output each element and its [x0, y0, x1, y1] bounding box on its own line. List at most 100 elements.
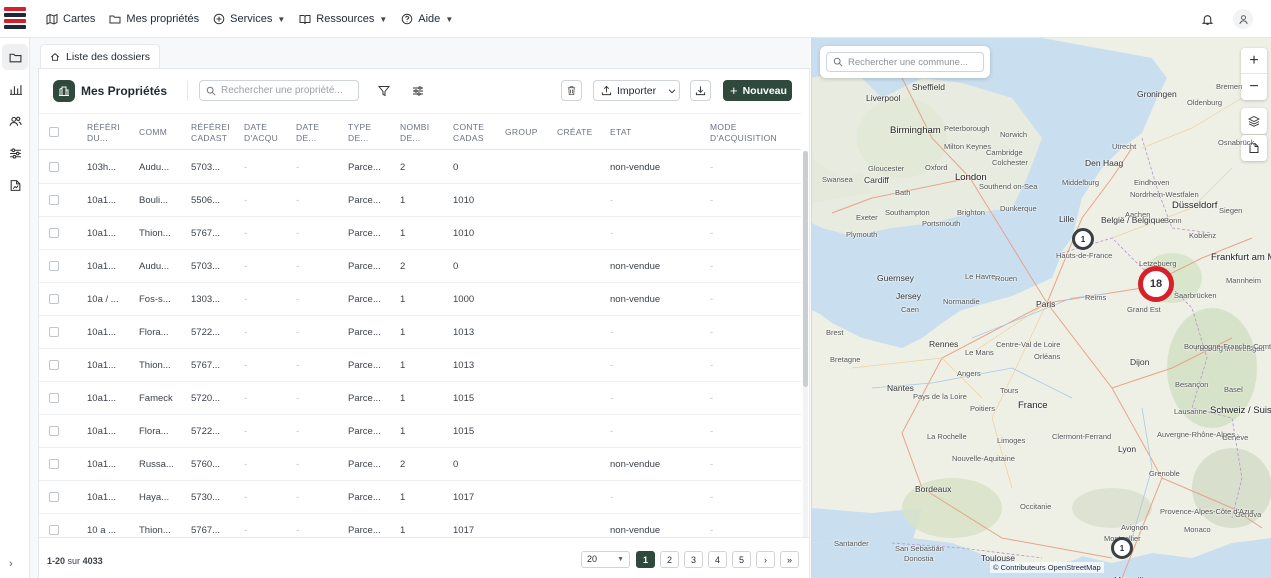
map-place-label: Angers — [957, 369, 981, 378]
table-row[interactable]: 10a1... Haya... 5730... - - Parce... 1 1017 - - — [39, 481, 801, 514]
column-header[interactable]: ETAT — [610, 127, 632, 138]
table-row[interactable]: 10a1... Flora... 5722... - - Parce... 1 1013 - - — [39, 316, 801, 349]
map-attribution[interactable]: © Contributeurs OpenStreetMap — [990, 562, 1104, 573]
filter-button[interactable] — [374, 81, 394, 101]
row-range: 1-20 — [47, 556, 66, 566]
app-logo[interactable] — [4, 7, 26, 31]
column-header[interactable]: TYPE DE... — [348, 122, 371, 144]
row-checkbox[interactable] — [49, 162, 59, 172]
map-place-label: Milton Keynes — [944, 142, 992, 151]
tab-liste-des-dossiers[interactable]: Liste des dossiers — [40, 44, 161, 68]
zoom-in-button[interactable]: + — [1241, 48, 1267, 74]
rows-per-page-select[interactable]: 20 ▼ — [581, 551, 630, 568]
property-search-input[interactable] — [221, 85, 351, 96]
table-cell: - — [296, 195, 300, 206]
table-cell: 1000 — [453, 294, 475, 305]
new-property-button[interactable]: + Nouveau — [723, 80, 792, 101]
row-checkbox[interactable] — [49, 360, 59, 370]
column-header[interactable]: GROUP — [505, 127, 538, 138]
map-view[interactable]: + − Liverpool Sheffield BirminghamPeterbor… — [811, 38, 1271, 578]
expand-rail-icon[interactable]: › — [9, 558, 13, 570]
rail-documents-button[interactable] — [2, 172, 28, 198]
download-button[interactable] — [690, 80, 711, 101]
commune-search-input[interactable] — [848, 56, 978, 68]
notifications-button[interactable] — [1197, 9, 1217, 29]
table-row[interactable]: 10a1... Russa... 5760... - - Parce... 2 0 non-ve… — [39, 448, 801, 481]
table-row[interactable]: 10a1... Fameck 5720... - - Parce... 1 1015 - - — [39, 382, 801, 415]
bell-icon — [1201, 14, 1213, 25]
map-place-label: Southampton — [885, 208, 930, 217]
layers-button[interactable] — [1241, 108, 1267, 134]
column-header[interactable]: NOMBI DE... — [400, 122, 429, 144]
select-all-checkbox[interactable] — [49, 127, 59, 137]
page-button-4[interactable]: 4 — [708, 551, 727, 568]
commune-search-field[interactable] — [826, 52, 984, 72]
table-row[interactable]: 10a1... Thion... 5767... - - Parce... 1 1010 - - — [39, 217, 801, 250]
table-row[interactable]: 103h... Audu... 5703... - - Parce... 2 0 non-ven… — [39, 151, 801, 184]
delete-button[interactable] — [561, 80, 582, 101]
table-cell: 5760... — [191, 459, 221, 470]
map-cluster-marker[interactable]: 18 — [1138, 266, 1174, 302]
table-cell: 10a1... — [87, 195, 117, 206]
zoom-out-button[interactable]: − — [1241, 74, 1267, 100]
table-cell: - — [244, 525, 248, 536]
row-checkbox[interactable] — [49, 492, 59, 502]
row-checkbox[interactable] — [49, 459, 59, 469]
column-header[interactable]: MODE D'ACQUISITION — [710, 122, 777, 144]
next-page-button[interactable]: › — [756, 551, 775, 568]
nav-ressources[interactable]: Ressources ▼ — [299, 13, 387, 25]
scrollbar-thumb[interactable] — [803, 151, 808, 387]
row-checkbox[interactable] — [49, 294, 59, 304]
column-header[interactable]: CONTE CADAS — [453, 122, 484, 144]
table-row[interactable]: 10a1... Flora... 5722... - - Parce... 1 1015 - - — [39, 415, 801, 448]
map-place-label: Birmingham — [890, 125, 941, 136]
row-checkbox[interactable] — [49, 327, 59, 337]
table-row[interactable]: 10a / ... Fos-s... 1303... - - Parce... 1 1000 n… — [39, 283, 801, 316]
column-header[interactable]: RÉFÉREI CADAST — [191, 122, 230, 144]
table-cell: - — [296, 162, 300, 173]
nav-services[interactable]: Services ▼ — [213, 13, 285, 25]
page-button-1[interactable]: 1 — [636, 551, 655, 568]
column-header[interactable]: RÉFÉRI DU... — [87, 122, 120, 144]
row-checkbox[interactable] — [49, 228, 59, 238]
table-scrollbar[interactable] — [803, 151, 808, 537]
import-button[interactable]: Importer — [593, 80, 680, 101]
table-row[interactable]: 10a1... Audu... 5703... - - Parce... 2 0 non-ven… — [39, 250, 801, 283]
last-page-button[interactable]: » — [780, 551, 799, 568]
row-checkbox[interactable] — [49, 525, 59, 535]
page-button-5[interactable]: 5 — [732, 551, 751, 568]
column-header[interactable]: DATE D'ACQU — [244, 122, 278, 144]
nav-aide[interactable]: Aide ▼ — [401, 13, 453, 25]
page-button-3[interactable]: 3 — [684, 551, 703, 568]
map-place-label: Avignon — [1121, 523, 1148, 532]
map-cluster-marker[interactable]: 1 — [1111, 537, 1133, 559]
map-place-label: Auvergne-Rhône-Alpes — [1157, 430, 1235, 439]
column-header[interactable]: CRÉATE — [557, 127, 593, 138]
user-avatar-button[interactable] — [1233, 9, 1253, 29]
page-button-2[interactable]: 2 — [660, 551, 679, 568]
properties-panel: Mes Propriétés Importer — [38, 68, 810, 578]
map-cluster-marker[interactable]: 1 — [1072, 228, 1094, 250]
row-checkbox[interactable] — [49, 195, 59, 205]
nav-mes-proprietes[interactable]: Mes propriétés — [109, 13, 199, 25]
table-cell: - — [296, 459, 300, 470]
row-checkbox[interactable] — [49, 393, 59, 403]
table-cell: 2 — [400, 261, 406, 272]
rail-users-button[interactable] — [2, 108, 28, 134]
table-row[interactable]: 10a1... Thion... 5767... - - Parce... 1 1013 - - — [39, 349, 801, 382]
column-header[interactable]: COMM — [139, 127, 167, 138]
columns-settings-button[interactable] — [408, 81, 428, 101]
row-checkbox[interactable] — [49, 426, 59, 436]
table-row[interactable]: 10a1... Bouli... 5506... - - Parce... 1 1010 - - — [39, 184, 801, 217]
column-header[interactable]: DATE DE... — [296, 122, 319, 144]
rail-settings-button[interactable] — [2, 140, 28, 166]
users-icon — [9, 116, 22, 126]
table-row[interactable]: 10 a ... Thion... 5767... - - Parce... 1 1017 no… — [39, 514, 801, 537]
property-search-box[interactable] — [199, 80, 359, 101]
nav-cartes[interactable]: Cartes — [46, 13, 95, 25]
rail-stats-button[interactable] — [2, 76, 28, 102]
column-header-line: D'ACQUISITION — [710, 133, 777, 143]
folder-icon — [109, 15, 121, 24]
row-checkbox[interactable] — [49, 261, 59, 271]
rail-dossiers-button[interactable] — [2, 44, 28, 70]
